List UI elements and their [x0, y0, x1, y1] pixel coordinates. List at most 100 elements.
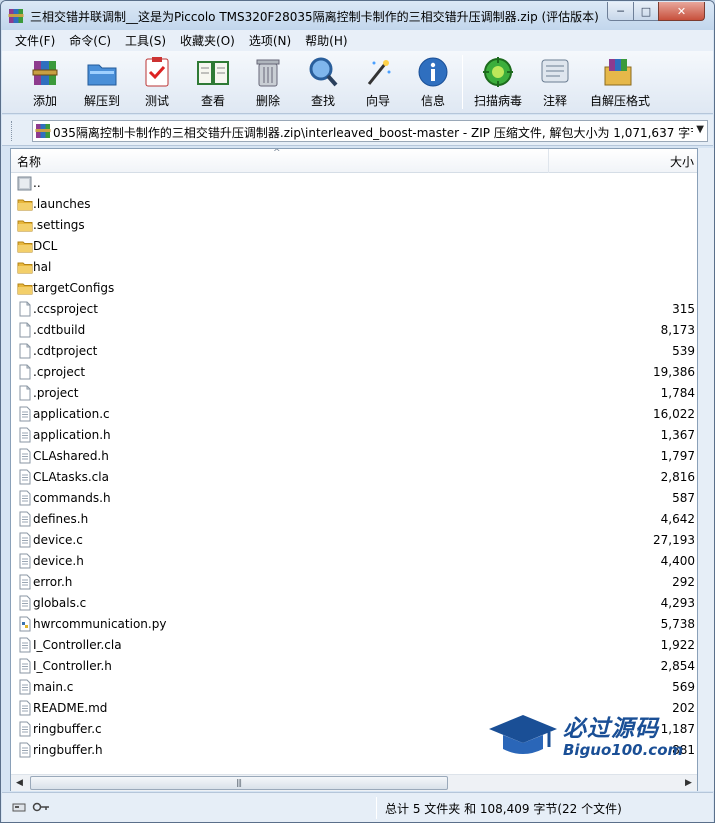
file-row[interactable]: device.h 4,400 [11, 551, 697, 572]
file-row[interactable]: .cproject 19,386 [11, 362, 697, 383]
maximize-button[interactable]: □ [633, 2, 659, 21]
magnifier-icon [309, 57, 338, 87]
list-header: 名称 ^ 大小 [11, 149, 697, 173]
scroll-thumb[interactable]: ||| [30, 776, 448, 790]
key-icon[interactable] [32, 801, 50, 813]
file-row[interactable]: defines.h 4,642 [11, 509, 697, 530]
file-row[interactable]: CLAshared.h 1,797 [11, 446, 697, 467]
column-divider[interactable] [548, 149, 549, 173]
scan-virus-button[interactable]: 扫描病毒 [470, 55, 526, 111]
test-button[interactable]: 测试 [129, 55, 185, 111]
title-bar[interactable]: 三相交错并联调制__这是为Piccolo TMS320F28035隔离控制卡制作… [1, 1, 714, 30]
text-file-icon [19, 574, 31, 590]
folder-row[interactable]: targetConfigs [11, 278, 697, 299]
file-size: 5,738 [660, 617, 695, 631]
winrar-window: 三相交错并联调制__这是为Piccolo TMS320F28035隔离控制卡制作… [0, 0, 715, 823]
file-icon [19, 385, 31, 401]
find-label: 查找 [310, 94, 335, 108]
menu-help[interactable]: 帮助(H) [298, 32, 354, 49]
virus-scan-icon [483, 57, 513, 87]
file-size: 27,193 [653, 533, 695, 547]
folder-row[interactable]: .launches [11, 194, 697, 215]
menu-file[interactable]: 文件(F) [8, 32, 62, 49]
info-button[interactable]: 信息 [405, 55, 461, 111]
menu-tools[interactable]: 工具(S) [118, 32, 173, 49]
file-name: application.c [33, 407, 110, 421]
folder-row[interactable]: .. [11, 173, 697, 194]
winrar-app-icon [8, 9, 24, 23]
minimize-button[interactable]: ─ [607, 2, 634, 21]
file-size: 1,367 [660, 428, 695, 442]
watermark-title: 必过源码 [563, 716, 659, 742]
drive-icon[interactable] [12, 801, 26, 813]
address-dropdown-icon[interactable]: ▼ [696, 124, 704, 135]
delete-button[interactable]: 删除 [240, 55, 296, 111]
file-row[interactable]: application.c 16,022 [11, 404, 697, 425]
column-header-name[interactable]: 名称 [17, 153, 41, 170]
file-row[interactable]: .cdtproject 539 [11, 341, 697, 362]
file-row[interactable]: error.h 292 [11, 572, 697, 593]
file-row[interactable]: main.c 569 [11, 677, 697, 698]
sfx-button[interactable]: 自解压格式 [590, 55, 651, 111]
horizontal-scrollbar[interactable]: ◀ ||| ▶ [11, 774, 697, 791]
file-rows: .. .launches .settings DCL hal targetConfigs.… [11, 173, 697, 761]
extract-to-icon [87, 64, 117, 86]
folder-row[interactable]: hal [11, 257, 697, 278]
address-field[interactable]: 035隔离控制卡制作的三相交错升压调制器.zip\interleaved_boo… [32, 120, 708, 142]
file-size: 4,400 [660, 554, 695, 568]
file-name: .launches [33, 197, 91, 211]
watermark: 必过源码 Biguo100.com [487, 707, 697, 767]
test-label: 测试 [144, 94, 169, 108]
file-row[interactable]: I_Controller.cla 1,922 [11, 635, 697, 656]
menu-options[interactable]: 选项(N) [242, 32, 298, 49]
scroll-right-icon[interactable]: ▶ [680, 775, 697, 791]
file-row[interactable]: .ccsproject 315 [11, 299, 697, 320]
file-row[interactable]: CLAtasks.cla 2,816 [11, 467, 697, 488]
file-size: 292 [672, 575, 695, 589]
file-row[interactable]: .project 1,784 [11, 383, 697, 404]
file-row[interactable]: I_Controller.h 2,854 [11, 656, 697, 677]
file-row[interactable]: device.c 27,193 [11, 530, 697, 551]
wizard-button[interactable]: 向导 [350, 55, 406, 111]
file-row[interactable]: hwrcommunication.py 5,738 [11, 614, 697, 635]
file-name: targetConfigs [33, 281, 115, 295]
file-name: .cproject [33, 365, 86, 379]
file-size: 19,386 [653, 365, 695, 379]
folder-icon [17, 283, 33, 295]
file-row[interactable]: application.h 1,367 [11, 425, 697, 446]
watermark-url: Biguo100.com [563, 741, 684, 759]
text-file-icon [19, 427, 31, 443]
file-size: 539 [672, 344, 695, 358]
scroll-left-icon[interactable]: ◀ [11, 775, 28, 791]
graduation-cap-icon [489, 715, 557, 754]
info-icon [418, 57, 448, 87]
file-size: 1,797 [660, 449, 695, 463]
find-button[interactable]: 查找 [295, 55, 351, 111]
close-button[interactable]: ✕ [658, 2, 705, 21]
file-size: 2,854 [660, 659, 695, 673]
folder-row[interactable]: .settings [11, 215, 697, 236]
text-file-icon [19, 679, 31, 695]
file-name: ringbuffer.c [33, 722, 102, 736]
sfx-archive-icon [604, 59, 632, 86]
toolbar: 添加 解压到 测试 查看 删除 查找 向导 信息 扫描病毒 注释 自解压格式 [2, 51, 713, 114]
test-icon [145, 57, 169, 87]
view-button[interactable]: 查看 [185, 55, 241, 111]
menu-favorites[interactable]: 收藏夹(O) [173, 32, 242, 49]
column-header-size[interactable]: 大小 [670, 153, 694, 170]
file-row[interactable]: globals.c 4,293 [11, 593, 697, 614]
comment-button[interactable]: 注释 [527, 55, 583, 111]
extract-to-button[interactable]: 解压到 [74, 55, 130, 111]
file-name: .ccsproject [33, 302, 98, 316]
menu-commands[interactable]: 命令(C) [62, 32, 118, 49]
add-button[interactable]: 添加 [17, 55, 73, 111]
folder-row[interactable]: DCL [11, 236, 697, 257]
text-file-icon [19, 448, 31, 464]
sfx-label: 自解压格式 [590, 94, 651, 108]
file-row[interactable]: .cdtbuild 8,173 [11, 320, 697, 341]
file-row[interactable]: commands.h 587 [11, 488, 697, 509]
sort-up-icon: ^ [273, 148, 281, 158]
file-name: error.h [33, 575, 73, 589]
address-grip[interactable] [11, 121, 14, 141]
file-size: 1,784 [660, 386, 695, 400]
